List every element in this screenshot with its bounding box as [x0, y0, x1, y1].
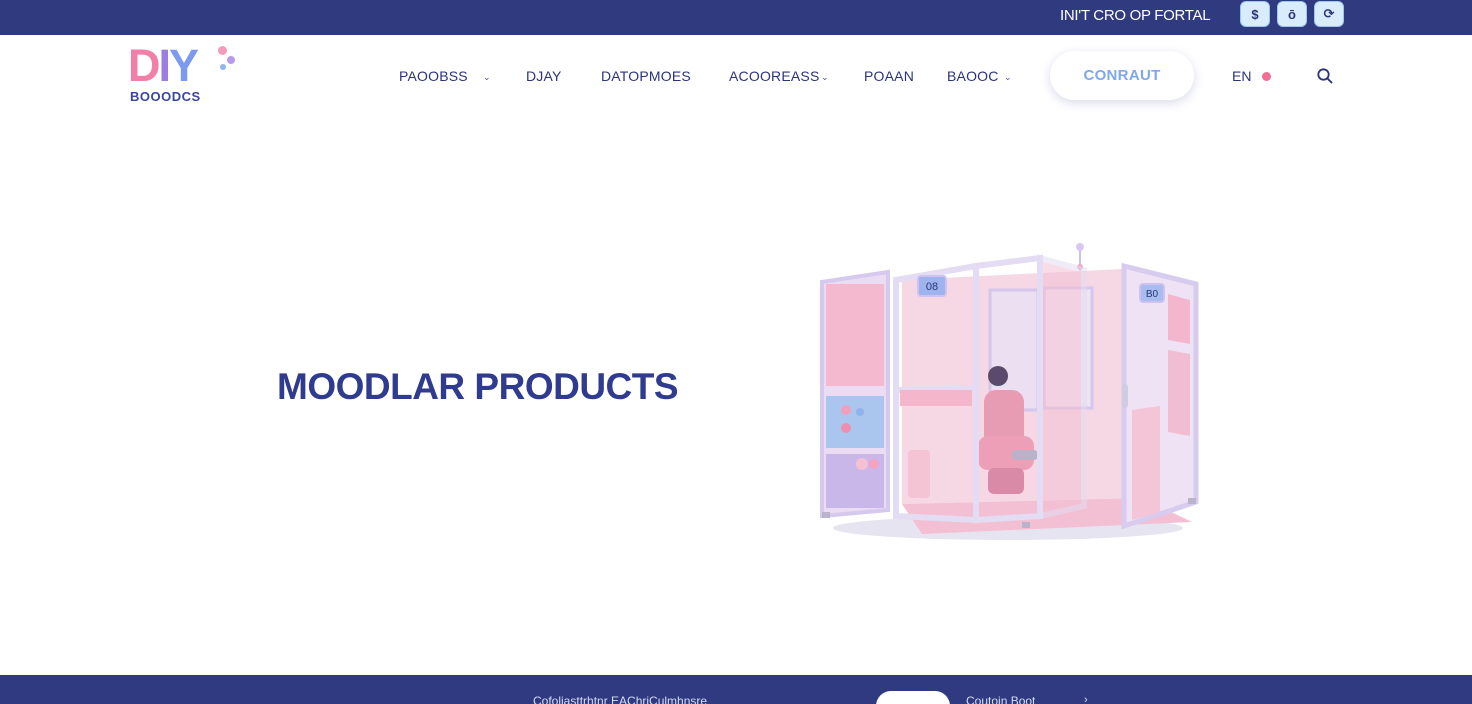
dollar-icon[interactable]: $	[1240, 1, 1270, 27]
booth-product-image: 08 B0	[820, 243, 1199, 540]
logo-wordmark: BOOODCS	[130, 89, 201, 104]
top-bar: INI'T CRO OP FORTAL $ ō ⟳	[0, 0, 1472, 35]
booth-display-left: 08	[926, 281, 938, 293]
nav-item-book[interactable]: BAOOC	[947, 68, 999, 84]
chevron-down-icon[interactable]: ⌄	[1004, 72, 1012, 83]
logo-bubble	[218, 46, 227, 55]
nav-item-diy[interactable]: DJAY	[526, 68, 562, 84]
nav-item-plan[interactable]: POAAN	[864, 68, 914, 84]
logo-bubble	[220, 64, 226, 70]
nav-item-products[interactable]: PAOOBSS	[399, 68, 468, 84]
logo-bubble	[227, 56, 235, 64]
chevron-right-icon[interactable]: ›	[1084, 694, 1088, 704]
booth-display-right: B0	[1146, 289, 1159, 300]
footer-text: Cofoliasttrhtnr EAChriCulmhnsre	[533, 694, 708, 704]
contact-button[interactable]: CONRAUT	[1050, 51, 1194, 100]
page-title: MOODLAR PRODUCTS	[277, 366, 679, 407]
search-icon[interactable]	[1316, 67, 1334, 85]
footer: Cofoliasttrhtnr EAChriCulmhnsre Coutoin …	[0, 675, 1472, 704]
logo-mark: DIY	[128, 40, 199, 91]
language-selector[interactable]: EN	[1232, 68, 1251, 84]
nav-item-accessories[interactable]: ACOOREASS	[729, 68, 820, 84]
footer-link[interactable]: Coutoin Boot	[966, 694, 1035, 704]
chevron-down-icon[interactable]: ⌄	[483, 72, 491, 83]
instagram-icon[interactable]: ō	[1277, 1, 1307, 27]
chat-icon[interactable]: ⟳	[1314, 1, 1344, 27]
logo[interactable]: DIY BOOODCS	[128, 42, 240, 108]
language-flag-icon	[1262, 72, 1271, 81]
footer-button[interactable]	[876, 691, 950, 704]
nav-item-datapmoes[interactable]: DATOPMOES	[601, 68, 691, 84]
chevron-down-icon[interactable]: ⌄	[821, 72, 829, 83]
portal-link[interactable]: INI'T CRO OP FORTAL	[1060, 7, 1211, 24]
